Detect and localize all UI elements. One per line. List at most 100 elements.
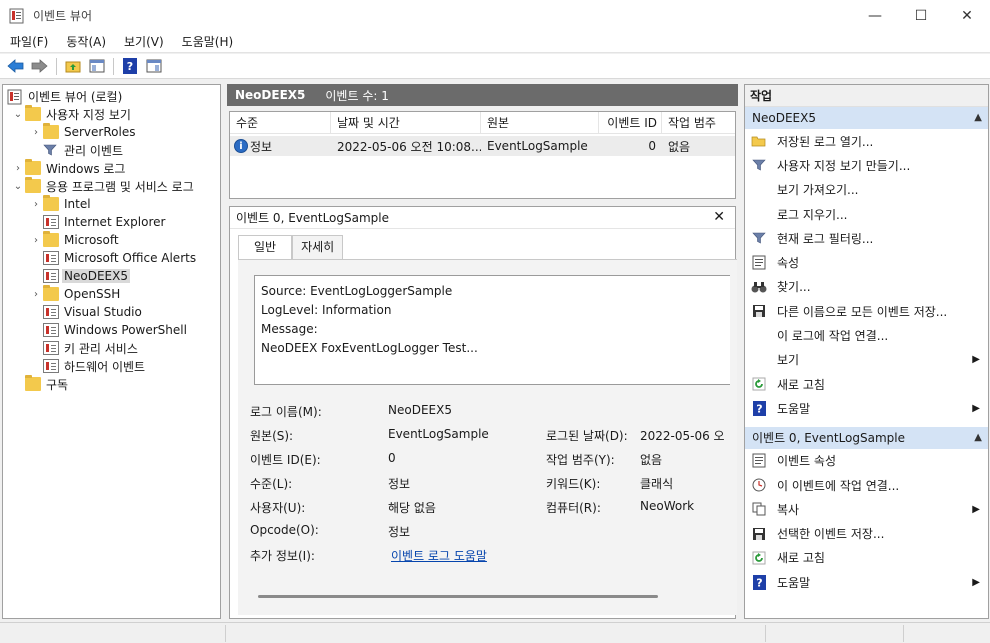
action-item[interactable]: 로그 지우기... — [745, 202, 988, 226]
column-category[interactable]: 작업 범주 — [662, 112, 734, 134]
collapse-caret-icon[interactable]: ▲ — [974, 107, 982, 129]
tree-item[interactable]: 이벤트 뷰어 (로컬) — [7, 87, 124, 105]
action-item[interactable]: 새로 고침 — [745, 372, 988, 396]
tree-item-label: 하드웨어 이벤트 — [64, 359, 146, 374]
folder-icon — [25, 375, 41, 391]
tree-item[interactable]: 키 관리 서비스 — [29, 339, 140, 357]
tree-item[interactable]: Internet Explorer — [29, 213, 167, 231]
action-item-label: 이 이벤트에 작업 연결... — [777, 478, 900, 493]
column-datetime[interactable]: 날짜 및 시간 — [331, 111, 481, 134]
action-item-label: 선택한 이벤트 저장... — [777, 527, 885, 542]
tree-item-label: Windows PowerShell — [64, 323, 187, 337]
action-item-label: 현재 로그 필터링... — [777, 231, 874, 246]
action-item[interactable]: 선택한 이벤트 저장... — [745, 521, 988, 545]
show-hide-tree-button[interactable] — [85, 56, 108, 77]
tab-general[interactable]: 일반 — [238, 235, 293, 259]
maximize-button[interactable]: ☐ — [898, 0, 944, 31]
menu-file[interactable]: 파일(F) — [0, 33, 56, 50]
actions-section-header[interactable]: 이벤트 0, EventLogSample ▲ — [745, 426, 988, 449]
tree-item[interactable]: 하드웨어 이벤트 — [29, 357, 147, 375]
column-source[interactable]: 원본 — [481, 111, 599, 134]
action-item-label: 사용자 지정 보기 만들기... — [777, 158, 911, 173]
close-button[interactable]: ✕ — [944, 0, 990, 31]
action-item[interactable]: 다른 이름으로 모든 이벤트 저장... — [745, 299, 988, 323]
event-detail-pane: 이벤트 0, EventLogSample ✕ 일반 자세히 Source: E… — [229, 206, 737, 619]
tree-item[interactable]: 관리 이벤트 — [29, 141, 125, 159]
folder-icon — [43, 195, 59, 211]
horizontal-scrollbar[interactable] — [258, 595, 658, 598]
forward-button[interactable] — [28, 56, 51, 77]
actions-pane: 작업 NeoDEEX5 ▲ 저장된 로그 열기... 사용자 지정 보기 만들기...… — [744, 84, 989, 619]
action-item[interactable]: 이 로그에 작업 연결... — [745, 323, 988, 347]
action-item[interactable]: 이벤트 속성 — [745, 449, 988, 473]
action-item[interactable]: 새로 고침 — [745, 546, 988, 570]
tree-item[interactable]: › Intel — [29, 195, 93, 213]
action-item[interactable]: 현재 로그 필터링... — [745, 226, 988, 250]
column-event-id[interactable]: 이벤트 ID — [599, 111, 662, 134]
log-name-value: NeoDEEX5 — [388, 403, 452, 417]
svg-text:?: ? — [756, 402, 762, 415]
up-folder-button[interactable] — [61, 56, 84, 77]
help-button[interactable]: ? — [118, 56, 141, 77]
log-icon — [43, 323, 59, 337]
close-detail-icon[interactable]: ✕ — [713, 209, 725, 225]
back-button[interactable] — [4, 56, 27, 77]
action-item-label: 다른 이름으로 모든 이벤트 저장... — [777, 304, 948, 319]
action-item[interactable]: 이 이벤트에 작업 연결... — [745, 473, 988, 497]
folder-icon — [25, 177, 41, 193]
chevron-right-icon[interactable]: › — [29, 235, 43, 246]
event-viewer-icon — [7, 89, 23, 105]
tree-item[interactable]: ⌄ 사용자 지정 보기 — [11, 105, 133, 123]
table-row[interactable]: i 정보 2022-05-06 오전 10:08... EventLogSamp… — [230, 136, 735, 156]
minimize-button[interactable]: — — [852, 0, 898, 31]
tree-item[interactable]: 구독 — [11, 375, 70, 393]
chevron-right-icon[interactable]: › — [29, 289, 43, 300]
action-item[interactable]: ? 도움말 ▶ — [745, 396, 988, 420]
tree-item[interactable]: › Microsoft — [29, 231, 121, 249]
svg-text:?: ? — [756, 576, 762, 589]
log-header: NeoDEEX5 이벤트 수: 1 — [227, 84, 738, 106]
menu-view[interactable]: 보기(V) — [114, 33, 172, 50]
action-item[interactable]: 찾기... — [745, 275, 988, 299]
blank-icon — [751, 328, 767, 344]
log-icon — [43, 359, 59, 373]
chevron-right-icon[interactable]: › — [29, 127, 43, 138]
action-item[interactable]: 보기 ▶ — [745, 348, 988, 372]
tab-details[interactable]: 자세히 — [292, 235, 344, 259]
computer-value: NeoWork — [640, 499, 695, 513]
chevron-down-icon[interactable]: ⌄ — [11, 181, 25, 192]
action-item[interactable]: ? 도움말 ▶ — [745, 570, 988, 594]
column-level[interactable]: 수준 — [230, 111, 331, 134]
back-arrow-icon — [7, 59, 24, 73]
tree-item[interactable]: › OpenSSH — [29, 285, 122, 303]
message-line: Source: EventLogLoggerSample — [261, 284, 453, 298]
show-hide-action-pane-button[interactable] — [142, 56, 165, 77]
event-log-help-link[interactable]: 이벤트 로그 도움말 — [391, 547, 487, 564]
tree-item[interactable]: Microsoft Office Alerts — [29, 249, 198, 267]
tree-item[interactable]: Windows PowerShell — [29, 321, 189, 339]
action-item[interactable]: 복사 ▶ — [745, 497, 988, 521]
chevron-right-icon[interactable]: › — [29, 199, 43, 210]
tree-item[interactable]: ⌄ 응용 프로그램 및 서비스 로그 — [11, 177, 196, 195]
action-item-label: 보기 — [777, 353, 800, 368]
action-item-label: 이벤트 속성 — [777, 454, 837, 469]
menu-action[interactable]: 동작(A) — [56, 33, 114, 50]
menu-help[interactable]: 도움말(H) — [172, 33, 242, 50]
actions-section-header[interactable]: NeoDEEX5 ▲ — [745, 107, 988, 129]
filter-icon — [43, 143, 59, 157]
tree-item[interactable]: › ServerRoles — [29, 123, 137, 141]
chevron-right-icon[interactable]: › — [11, 163, 25, 174]
tree-item-label: ServerRoles — [64, 125, 136, 139]
tree-item[interactable]: › Windows 로그 — [11, 159, 127, 177]
event-message-box[interactable]: Source: EventLogLoggerSample LogLevel: I… — [254, 275, 730, 385]
action-item[interactable]: 사용자 지정 보기 만들기... — [745, 153, 988, 177]
action-item[interactable]: 저장된 로그 열기... — [745, 129, 988, 153]
collapse-caret-icon[interactable]: ▲ — [974, 427, 982, 449]
chevron-down-icon[interactable]: ⌄ — [11, 109, 25, 120]
action-item-label: 이 로그에 작업 연결... — [777, 329, 889, 344]
action-item[interactable]: 속성 — [745, 250, 988, 274]
tree-item[interactable]: NeoDEEX5 — [29, 267, 130, 285]
action-item[interactable]: 보기 가져오기... — [745, 178, 988, 202]
logged-label: 로그된 날짜(D): — [546, 429, 628, 443]
tree-item[interactable]: Visual Studio — [29, 303, 144, 321]
